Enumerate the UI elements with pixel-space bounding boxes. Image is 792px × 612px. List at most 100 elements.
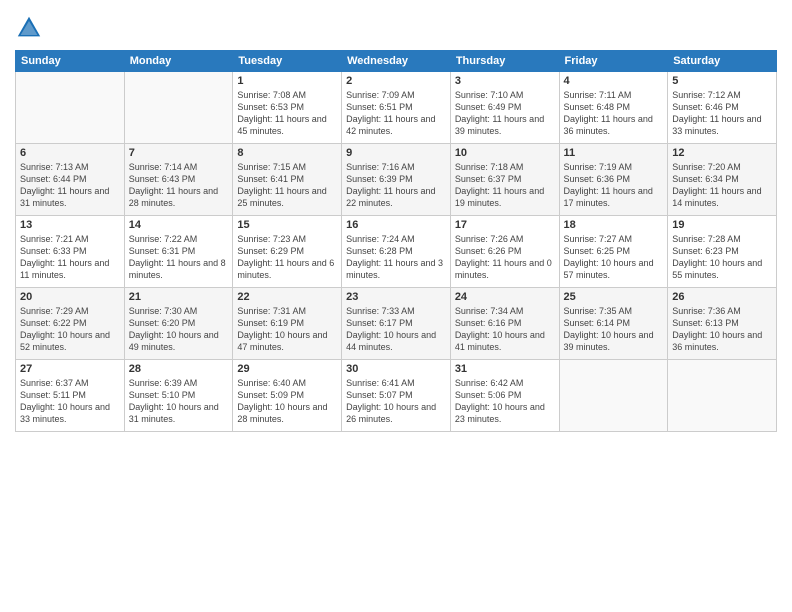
day-info: Sunrise: 7:08 AM Sunset: 6:53 PM Dayligh…	[237, 89, 337, 138]
calendar-cell: 20 Sunrise: 7:29 AM Sunset: 6:22 PM Dayli…	[16, 288, 125, 360]
calendar-cell: 25 Sunrise: 7:35 AM Sunset: 6:14 PM Dayli…	[559, 288, 668, 360]
day-info: Sunrise: 7:13 AM Sunset: 6:44 PM Dayligh…	[20, 161, 120, 210]
page: SundayMondayTuesdayWednesdayThursdayFrid…	[0, 0, 792, 612]
calendar-cell: 10 Sunrise: 7:18 AM Sunset: 6:37 PM Dayli…	[450, 144, 559, 216]
day-info: Sunrise: 7:35 AM Sunset: 6:14 PM Dayligh…	[564, 305, 664, 354]
day-info: Sunrise: 7:11 AM Sunset: 6:48 PM Dayligh…	[564, 89, 664, 138]
day-number: 5	[672, 75, 772, 87]
day-info: Sunrise: 7:30 AM Sunset: 6:20 PM Dayligh…	[129, 305, 229, 354]
day-number: 6	[20, 147, 120, 159]
day-info: Sunrise: 7:34 AM Sunset: 6:16 PM Dayligh…	[455, 305, 555, 354]
day-number: 21	[129, 291, 229, 303]
calendar-cell: 1 Sunrise: 7:08 AM Sunset: 6:53 PM Daylig…	[233, 72, 342, 144]
calendar-cell: 7Sunrise: 7:14 AM Sunset: 6:43 PM Daylig…	[124, 144, 233, 216]
day-number: 10	[455, 147, 555, 159]
calendar-header-wednesday: Wednesday	[342, 51, 451, 72]
calendar-cell: 22 Sunrise: 7:31 AM Sunset: 6:19 PM Dayli…	[233, 288, 342, 360]
day-info: Sunrise: 7:31 AM Sunset: 6:19 PM Dayligh…	[237, 305, 337, 354]
day-info: Sunrise: 7:10 AM Sunset: 6:49 PM Dayligh…	[455, 89, 555, 138]
day-number: 11	[564, 147, 664, 159]
calendar-cell: 24 Sunrise: 7:34 AM Sunset: 6:16 PM Dayli…	[450, 288, 559, 360]
day-number: 24	[455, 291, 555, 303]
day-number: 8	[237, 147, 337, 159]
day-info: Sunrise: 7:18 AM Sunset: 6:37 PM Dayligh…	[455, 161, 555, 210]
day-info: Sunrise: 6:41 AM Sunset: 5:07 PM Dayligh…	[346, 377, 446, 426]
day-number: 16	[346, 219, 446, 231]
calendar-week-row: 13 Sunrise: 7:21 AM Sunset: 6:33 PM Dayli…	[16, 216, 777, 288]
day-info: Sunrise: 7:24 AM Sunset: 6:28 PM Dayligh…	[346, 233, 446, 282]
calendar-cell: 15Sunrise: 7:23 AM Sunset: 6:29 PM Dayli…	[233, 216, 342, 288]
day-info: Sunrise: 7:21 AM Sunset: 6:33 PM Dayligh…	[20, 233, 120, 282]
calendar-header-row: SundayMondayTuesdayWednesdayThursdayFrid…	[16, 51, 777, 72]
day-number: 2	[346, 75, 446, 87]
day-info: Sunrise: 7:15 AM Sunset: 6:41 PM Dayligh…	[237, 161, 337, 210]
calendar-cell: 16 Sunrise: 7:24 AM Sunset: 6:28 PM Dayli…	[342, 216, 451, 288]
day-number: 1	[237, 75, 337, 87]
calendar-week-row: 27 Sunrise: 6:37 AM Sunset: 5:11 PM Dayli…	[16, 360, 777, 432]
day-number: 22	[237, 291, 337, 303]
day-number: 3	[455, 75, 555, 87]
calendar-cell: 28 Sunrise: 6:39 AM Sunset: 5:10 PM Dayli…	[124, 360, 233, 432]
day-info: Sunrise: 7:28 AM Sunset: 6:23 PM Dayligh…	[672, 233, 772, 282]
day-info: Sunrise: 7:16 AM Sunset: 6:39 PM Dayligh…	[346, 161, 446, 210]
calendar-cell: 19 Sunrise: 7:28 AM Sunset: 6:23 PM Dayli…	[668, 216, 777, 288]
calendar-header-saturday: Saturday	[668, 51, 777, 72]
calendar-cell: 30 Sunrise: 6:41 AM Sunset: 5:07 PM Dayli…	[342, 360, 451, 432]
calendar-cell: 8 Sunrise: 7:15 AM Sunset: 6:41 PM Daylig…	[233, 144, 342, 216]
calendar-cell: 29Sunrise: 6:40 AM Sunset: 5:09 PM Dayli…	[233, 360, 342, 432]
day-number: 19	[672, 219, 772, 231]
calendar-header-monday: Monday	[124, 51, 233, 72]
day-number: 20	[20, 291, 120, 303]
day-number: 12	[672, 147, 772, 159]
day-info: Sunrise: 7:29 AM Sunset: 6:22 PM Dayligh…	[20, 305, 120, 354]
day-info: Sunrise: 6:42 AM Sunset: 5:06 PM Dayligh…	[455, 377, 555, 426]
day-number: 13	[20, 219, 120, 231]
calendar-cell	[668, 360, 777, 432]
day-number: 4	[564, 75, 664, 87]
day-info: Sunrise: 7:27 AM Sunset: 6:25 PM Dayligh…	[564, 233, 664, 282]
day-number: 26	[672, 291, 772, 303]
calendar-cell: 18 Sunrise: 7:27 AM Sunset: 6:25 PM Dayli…	[559, 216, 668, 288]
calendar-cell	[16, 72, 125, 144]
day-number: 9	[346, 147, 446, 159]
day-number: 15	[237, 219, 337, 231]
day-number: 25	[564, 291, 664, 303]
calendar-cell: 3 Sunrise: 7:10 AM Sunset: 6:49 PM Daylig…	[450, 72, 559, 144]
day-info: Sunrise: 6:37 AM Sunset: 5:11 PM Dayligh…	[20, 377, 120, 426]
calendar-cell: 26 Sunrise: 7:36 AM Sunset: 6:13 PM Dayli…	[668, 288, 777, 360]
day-info: Sunrise: 7:09 AM Sunset: 6:51 PM Dayligh…	[346, 89, 446, 138]
day-info: Sunrise: 7:22 AM Sunset: 6:31 PM Dayligh…	[129, 233, 229, 282]
calendar-cell: 23Sunrise: 7:33 AM Sunset: 6:17 PM Dayli…	[342, 288, 451, 360]
calendar-header-sunday: Sunday	[16, 51, 125, 72]
day-info: Sunrise: 7:12 AM Sunset: 6:46 PM Dayligh…	[672, 89, 772, 138]
calendar-cell: 17Sunrise: 7:26 AM Sunset: 6:26 PM Dayli…	[450, 216, 559, 288]
logo	[15, 14, 45, 42]
calendar-cell: 21 Sunrise: 7:30 AM Sunset: 6:20 PM Dayli…	[124, 288, 233, 360]
logo-icon	[15, 14, 43, 42]
day-info: Sunrise: 7:36 AM Sunset: 6:13 PM Dayligh…	[672, 305, 772, 354]
day-number: 14	[129, 219, 229, 231]
day-number: 31	[455, 363, 555, 375]
calendar-week-row: 1 Sunrise: 7:08 AM Sunset: 6:53 PM Daylig…	[16, 72, 777, 144]
day-number: 27	[20, 363, 120, 375]
day-number: 30	[346, 363, 446, 375]
calendar-cell: 12 Sunrise: 7:20 AM Sunset: 6:34 PM Dayli…	[668, 144, 777, 216]
calendar-header-friday: Friday	[559, 51, 668, 72]
calendar-cell	[559, 360, 668, 432]
calendar-header-thursday: Thursday	[450, 51, 559, 72]
day-info: Sunrise: 7:14 AM Sunset: 6:43 PM Dayligh…	[129, 161, 229, 210]
calendar-table: SundayMondayTuesdayWednesdayThursdayFrid…	[15, 50, 777, 432]
calendar-cell	[124, 72, 233, 144]
day-number: 18	[564, 219, 664, 231]
day-info: Sunrise: 6:39 AM Sunset: 5:10 PM Dayligh…	[129, 377, 229, 426]
day-number: 28	[129, 363, 229, 375]
calendar-week-row: 6 Sunrise: 7:13 AM Sunset: 6:44 PM Daylig…	[16, 144, 777, 216]
day-info: Sunrise: 7:26 AM Sunset: 6:26 PM Dayligh…	[455, 233, 555, 282]
day-info: Sunrise: 7:20 AM Sunset: 6:34 PM Dayligh…	[672, 161, 772, 210]
day-info: Sunrise: 7:33 AM Sunset: 6:17 PM Dayligh…	[346, 305, 446, 354]
calendar-cell: 5 Sunrise: 7:12 AM Sunset: 6:46 PM Daylig…	[668, 72, 777, 144]
calendar-cell: 14 Sunrise: 7:22 AM Sunset: 6:31 PM Dayli…	[124, 216, 233, 288]
calendar-cell: 6 Sunrise: 7:13 AM Sunset: 6:44 PM Daylig…	[16, 144, 125, 216]
calendar-header-tuesday: Tuesday	[233, 51, 342, 72]
calendar-cell: 2 Sunrise: 7:09 AM Sunset: 6:51 PM Daylig…	[342, 72, 451, 144]
